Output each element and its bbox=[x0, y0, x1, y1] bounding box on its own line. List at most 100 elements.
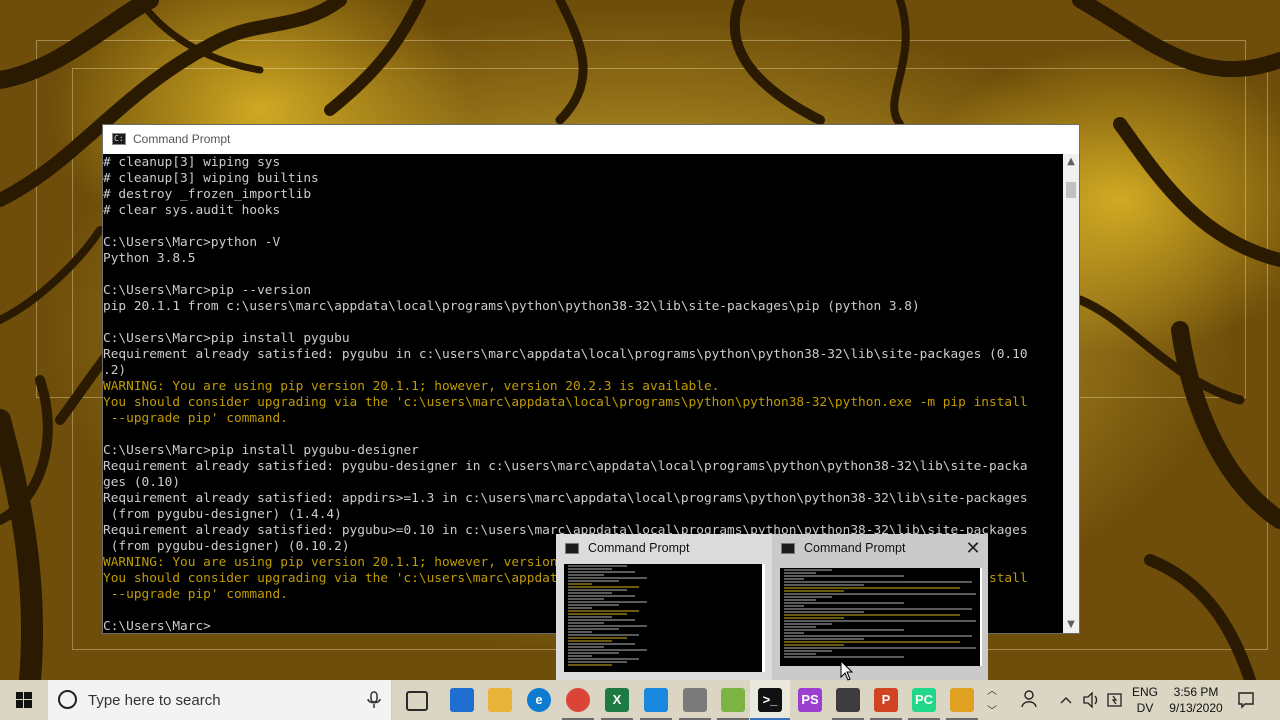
console-line: # cleanup[3] wiping sys bbox=[103, 155, 281, 170]
console-line: ges (0.10) bbox=[103, 475, 181, 490]
notepad-plus-icon bbox=[721, 688, 745, 712]
scroll-thumb[interactable] bbox=[1066, 182, 1076, 198]
preview-text-line bbox=[784, 596, 832, 598]
console-line: Python 3.8.5 bbox=[103, 251, 196, 266]
taskbar-app-mail[interactable] bbox=[442, 680, 482, 720]
tools-icon bbox=[683, 688, 707, 712]
preview-text-line bbox=[568, 622, 604, 624]
command-prompt-icon bbox=[781, 543, 795, 554]
system-clock[interactable]: 3:56 PM 9/13/2020 bbox=[1166, 684, 1226, 716]
windows-logo-icon bbox=[16, 692, 32, 708]
preview-text-line bbox=[784, 593, 976, 595]
thumbnail-command-prompt-1[interactable]: Command Prompt bbox=[556, 534, 772, 680]
taskbar-app-task-view[interactable] bbox=[396, 680, 436, 720]
task-view-icon bbox=[406, 691, 428, 711]
preview-text-line bbox=[784, 578, 804, 580]
thumbnail-title: Command Prompt bbox=[804, 541, 906, 555]
preview-text-line bbox=[568, 601, 648, 603]
microphone-icon[interactable] bbox=[364, 690, 384, 710]
vertical-scrollbar[interactable]: ▲ ▼ bbox=[1063, 154, 1079, 633]
preview-text-line bbox=[784, 635, 972, 637]
scroll-down-arrow-icon[interactable]: ▼ bbox=[1063, 617, 1079, 633]
preview-text-line bbox=[568, 565, 628, 567]
mail-icon bbox=[450, 688, 474, 712]
taskbar-thumbnail-preview: Command Prompt Command Prompt ✕ bbox=[556, 534, 988, 680]
input-language-indicator[interactable]: ENG DV bbox=[1128, 684, 1162, 716]
console-line: pip 20.1.1 from c:\users\marc\appdata\lo… bbox=[103, 299, 920, 314]
console-line: # destroy _frozen_importlib bbox=[103, 187, 312, 202]
taskbar-app-file-explorer[interactable] bbox=[480, 680, 520, 720]
preview-text-line bbox=[568, 640, 612, 642]
start-button[interactable] bbox=[0, 680, 48, 720]
taskbar-app-terminal-app[interactable] bbox=[828, 680, 868, 720]
preview-text-line bbox=[568, 631, 592, 633]
taskbar-app-command-prompt[interactable]: >_ bbox=[750, 680, 790, 720]
preview-text-line bbox=[784, 575, 904, 577]
taskbar-app-pycharm[interactable]: PC bbox=[904, 680, 944, 720]
window-title: Command Prompt bbox=[133, 132, 231, 146]
preview-text-line bbox=[568, 664, 612, 666]
taskbar-app-tools[interactable] bbox=[675, 680, 715, 720]
search-placeholder: Type here to search bbox=[88, 692, 221, 709]
scroll-up-arrow-icon[interactable]: ▲ bbox=[1063, 154, 1079, 170]
clock-time: 3:56 PM bbox=[1173, 685, 1219, 699]
people-icon[interactable] bbox=[1018, 680, 1044, 720]
chevron-up-icon[interactable]: ︿ bbox=[984, 682, 1000, 697]
preview-text-line bbox=[568, 574, 604, 576]
git-icon bbox=[950, 688, 974, 712]
chrome-icon bbox=[566, 688, 590, 712]
mouse-pointer-icon bbox=[840, 660, 854, 681]
console-line: # cleanup[3] wiping builtins bbox=[103, 171, 319, 186]
volume-icon[interactable] bbox=[1080, 680, 1102, 720]
edge-icon: e bbox=[527, 688, 551, 712]
taskbar-app-messaging[interactable] bbox=[636, 680, 676, 720]
taskbar-app-powerpoint[interactable]: P bbox=[866, 680, 906, 720]
taskbar-app-edge[interactable]: e bbox=[519, 680, 559, 720]
preview-text-line bbox=[784, 611, 864, 613]
taskbar-search-box[interactable]: Type here to search bbox=[48, 680, 392, 720]
preview-text-line bbox=[568, 613, 628, 615]
show-hidden-icons-icon[interactable] bbox=[1056, 680, 1076, 720]
preview-text-line bbox=[568, 643, 636, 645]
taskbar-app-phpstorm[interactable]: PS bbox=[790, 680, 830, 720]
phpstorm-icon: PS bbox=[798, 688, 822, 712]
preview-text-line bbox=[784, 629, 904, 631]
preview-text-line bbox=[784, 590, 844, 592]
preview-text-line bbox=[568, 610, 640, 612]
preview-text-line bbox=[568, 649, 648, 651]
chevron-down-icon[interactable]: ﹀ bbox=[984, 702, 1000, 717]
taskbar-scroll-arrows[interactable]: ︿ ﹀ bbox=[984, 680, 1000, 720]
preview-text-line bbox=[784, 569, 832, 571]
thumbnail-command-prompt-2[interactable]: Command Prompt ✕ bbox=[772, 534, 988, 680]
close-icon[interactable]: ✕ bbox=[962, 538, 984, 560]
preview-text-line bbox=[784, 584, 864, 586]
taskbar-app-chrome[interactable] bbox=[558, 680, 598, 720]
preview-text-line bbox=[784, 638, 864, 640]
excel-icon: X bbox=[605, 688, 629, 712]
preview-text-line bbox=[568, 646, 604, 648]
preview-text-line bbox=[784, 608, 972, 610]
preview-text-line bbox=[784, 572, 816, 574]
power-battery-icon[interactable] bbox=[1104, 680, 1126, 720]
preview-text-line bbox=[568, 655, 592, 657]
taskbar-app-excel[interactable]: X bbox=[597, 680, 637, 720]
preview-text-line bbox=[784, 656, 904, 658]
preview-text-line bbox=[568, 577, 648, 579]
console-line: Requirement already satisfied: appdirs>=… bbox=[103, 491, 1028, 506]
thumbnail-window-preview bbox=[780, 568, 982, 666]
preview-text-line bbox=[568, 628, 620, 630]
taskbar-app-git[interactable] bbox=[942, 680, 982, 720]
preview-text-line bbox=[568, 604, 620, 606]
console-line: .2) bbox=[103, 363, 127, 378]
console-line: C:\Users\Marc>python -V bbox=[103, 235, 281, 250]
window-titlebar[interactable]: C: Command Prompt bbox=[103, 125, 1079, 154]
preview-text-line bbox=[568, 607, 592, 609]
file-explorer-icon bbox=[488, 688, 512, 712]
preview-text-line bbox=[568, 586, 640, 588]
notifications-icon[interactable] bbox=[1236, 690, 1256, 710]
thumbnail-window-preview bbox=[564, 564, 765, 672]
preview-text-line bbox=[568, 592, 612, 594]
preview-text-line bbox=[784, 587, 960, 589]
command-prompt-icon: >_ bbox=[758, 688, 782, 712]
taskbar-app-notepad-plus[interactable] bbox=[713, 680, 753, 720]
